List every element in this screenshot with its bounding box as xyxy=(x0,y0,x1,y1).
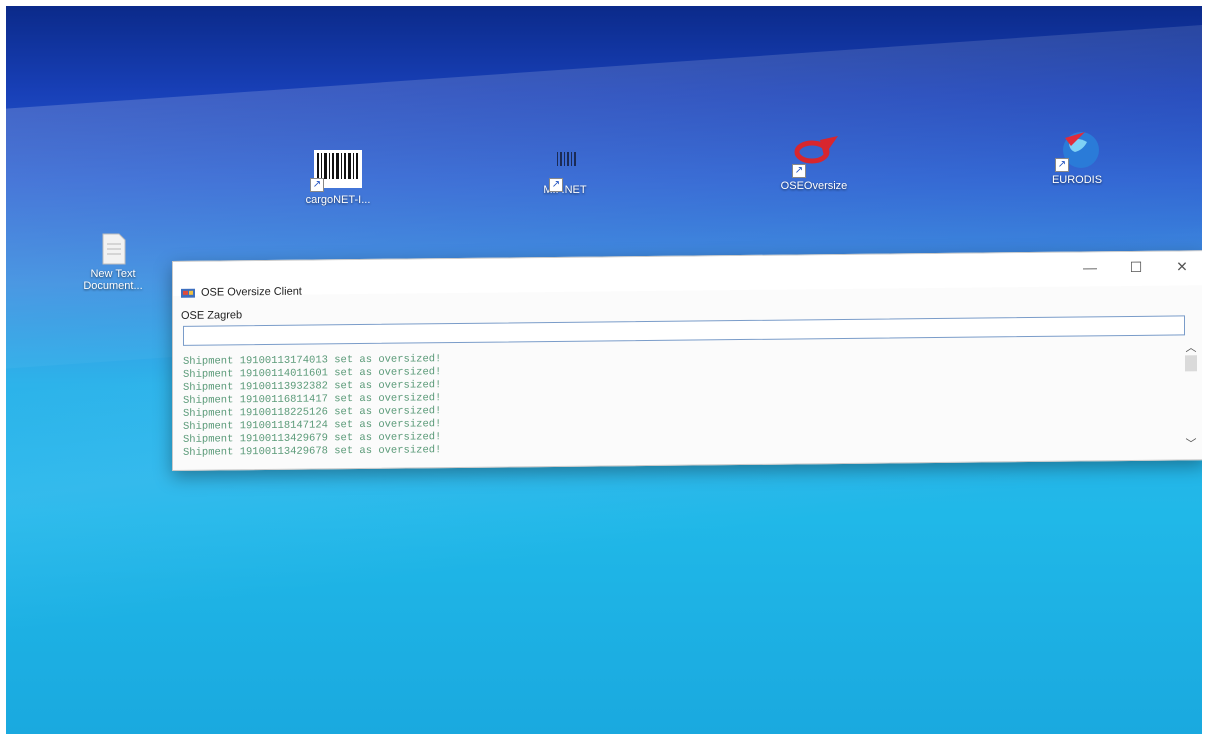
close-button[interactable]: ✕ xyxy=(1159,253,1202,279)
desktop-icon-label: New Text Document... xyxy=(83,268,143,292)
desktop-icon-cargonet[interactable]: ↗ cargoNET-I... xyxy=(283,148,393,206)
scroll-down-icon[interactable]: ﹀ xyxy=(1183,435,1199,450)
desktop: ↗ cargoNET-I... ↗ MIP.NET ↗ OSEOversize xyxy=(6,6,1202,734)
ose-logo-icon: ↗ xyxy=(784,134,844,178)
desktop-icon-new-text-document[interactable]: New Text Document... xyxy=(58,232,168,292)
shortcut-arrow-icon: ↗ xyxy=(792,164,806,178)
shortcut-arrow-icon: ↗ xyxy=(310,178,324,192)
shortcut-arrow-icon: ↗ xyxy=(1055,158,1069,172)
window-title: OSE Oversize Client xyxy=(201,285,302,299)
ose-oversize-client-window[interactable]: OSE Oversize Client — ☐ ✕ OSE Zagreb Shi… xyxy=(172,250,1202,471)
minimize-button[interactable]: — xyxy=(1067,254,1113,280)
desktop-icon-mip-net[interactable]: ↗ MIP.NET xyxy=(510,148,620,196)
desktop-icon-label: OSEOversize xyxy=(780,180,848,192)
log-output: Shipment 19100113174013 set as oversized… xyxy=(183,345,1175,461)
maximize-button[interactable]: ☐ xyxy=(1113,254,1159,280)
desktop-icon-eurodis[interactable]: ↗ EURODIS xyxy=(1022,128,1132,186)
shipment-input[interactable] xyxy=(183,315,1185,346)
barcode-icon: ↗ xyxy=(535,148,595,192)
scroll-up-icon[interactable]: ︿ xyxy=(1183,339,1199,354)
text-document-icon xyxy=(83,232,143,266)
title-bar[interactable]: OSE Oversize Client — ☐ ✕ xyxy=(173,251,1202,299)
barcode-icon: ↗ xyxy=(308,148,368,192)
app-window-icon xyxy=(181,288,195,298)
desktop-icon-label: EURODIS xyxy=(1051,174,1103,186)
desktop-icon-label: cargoNET-I... xyxy=(305,194,371,206)
log-scrollbar[interactable]: ︿ ﹀ xyxy=(1183,339,1199,450)
globe-icon: ↗ xyxy=(1047,128,1107,172)
shortcut-arrow-icon: ↗ xyxy=(549,178,563,192)
menu-ose-zagreb[interactable]: OSE Zagreb xyxy=(181,309,242,322)
desktop-icon-oseoversize[interactable]: ↗ OSEOversize xyxy=(759,134,869,192)
scroll-thumb[interactable] xyxy=(1185,355,1197,372)
